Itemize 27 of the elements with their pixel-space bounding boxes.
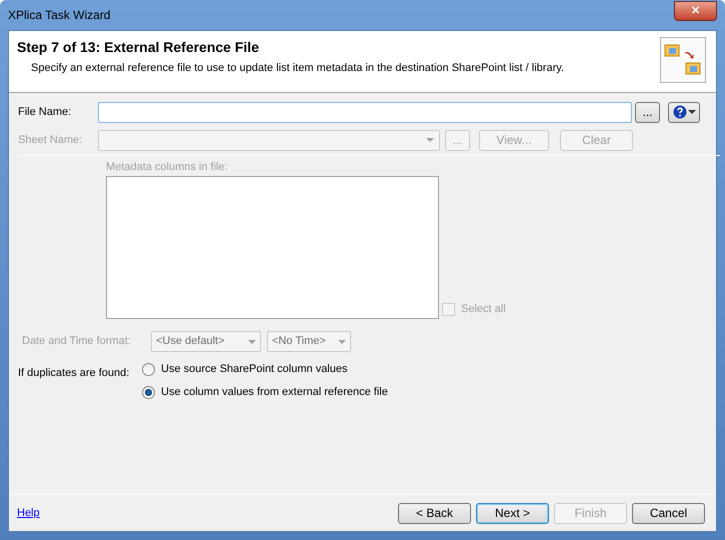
file-name-field[interactable]	[98, 102, 632, 122]
dropdown-arrow-icon	[248, 340, 256, 344]
wizard-button[interactable]: Cancel	[632, 502, 705, 524]
radio-button[interactable]	[142, 386, 155, 399]
select-all-label: Select all	[461, 302, 506, 317]
copy-folders-icon	[660, 37, 706, 83]
dropdown-arrow-icon	[426, 138, 434, 142]
browse-button[interactable]: ...	[635, 102, 660, 122]
wizard-button[interactable]: < Back	[398, 502, 471, 524]
radio-button[interactable]	[142, 363, 155, 376]
help-dropdown-button[interactable]	[668, 102, 700, 122]
radio-label: Use source SharePoint column values	[161, 362, 348, 378]
step-title: Step 7 of 13: External Reference File	[17, 38, 260, 57]
metadata-columns-label: Metadata columns in file:	[106, 160, 229, 175]
step-description: Specify an external reference file to use to update list item metadata in the destination SharePoint list / library.	[31, 61, 564, 76]
wizard-button[interactable]: Next >	[476, 502, 549, 524]
dropdown-arrow-icon	[338, 340, 346, 344]
radio-label: Use column values from external reference file	[161, 385, 388, 400]
date-time-format-label: Date and Time format:	[22, 334, 132, 350]
help-icon	[672, 105, 686, 119]
duplicates-label: If duplicates are found:	[18, 366, 130, 380]
dropdown-arrow-icon	[688, 110, 696, 114]
file-name-label: File Name:	[18, 104, 72, 120]
sheet-name-label: Sheet Name:	[18, 132, 84, 148]
close-button[interactable]: ✕	[674, 1, 717, 21]
help-link[interactable]: Help	[17, 504, 40, 522]
window-title: XPlica Task Wizard	[8, 7, 110, 24]
